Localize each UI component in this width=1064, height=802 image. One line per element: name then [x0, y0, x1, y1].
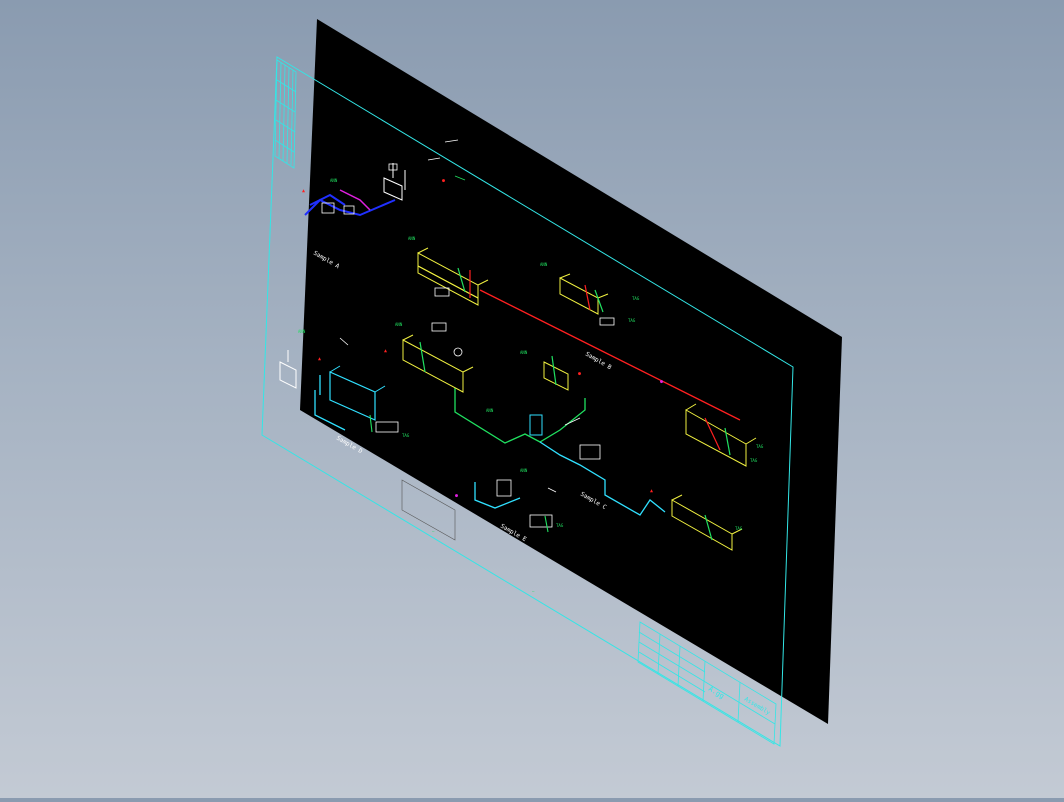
svg-text:—: —	[532, 589, 535, 594]
svg-text:ANN: ANN	[408, 236, 416, 241]
svg-text:ANN: ANN	[330, 178, 338, 183]
svg-text:TAG: TAG	[632, 296, 640, 301]
svg-text:●: ●	[660, 379, 663, 385]
svg-text:▲: ▲	[318, 356, 321, 362]
svg-text:●: ●	[442, 178, 445, 184]
svg-text:ANN: ANN	[486, 408, 494, 413]
svg-text:ANN: ANN	[540, 262, 548, 267]
svg-text:TAG: TAG	[556, 523, 564, 528]
cad-viewport[interactable]: A.gg Assembly ▲ ANN ● Sample A ANN ANN T…	[0, 0, 1064, 798]
svg-text:▲: ▲	[650, 488, 653, 494]
drawing-sheet	[300, 19, 842, 724]
revision-strip	[274, 59, 297, 169]
svg-text:TAG: TAG	[750, 458, 758, 463]
svg-text:ANN: ANN	[520, 468, 528, 473]
title-block-name: A.gg	[707, 685, 726, 701]
svg-text:TAG: TAG	[628, 318, 636, 323]
svg-text:ANN: ANN	[395, 322, 403, 327]
svg-text:TAG: TAG	[402, 433, 410, 438]
svg-text:▲: ▲	[384, 348, 387, 354]
svg-text:TAG: TAG	[756, 444, 764, 449]
isometric-drawing-view: A.gg Assembly ▲ ANN ● Sample A ANN ANN T…	[261, 19, 842, 747]
svg-text:TAG: TAG	[735, 526, 743, 531]
svg-text:●: ●	[578, 371, 581, 377]
svg-text:ANN: ANN	[520, 350, 528, 355]
svg-text:—: —	[432, 529, 435, 534]
svg-text:ANN: ANN	[298, 329, 306, 334]
svg-text:▲: ▲	[302, 188, 305, 194]
svg-text:●: ●	[455, 493, 458, 499]
